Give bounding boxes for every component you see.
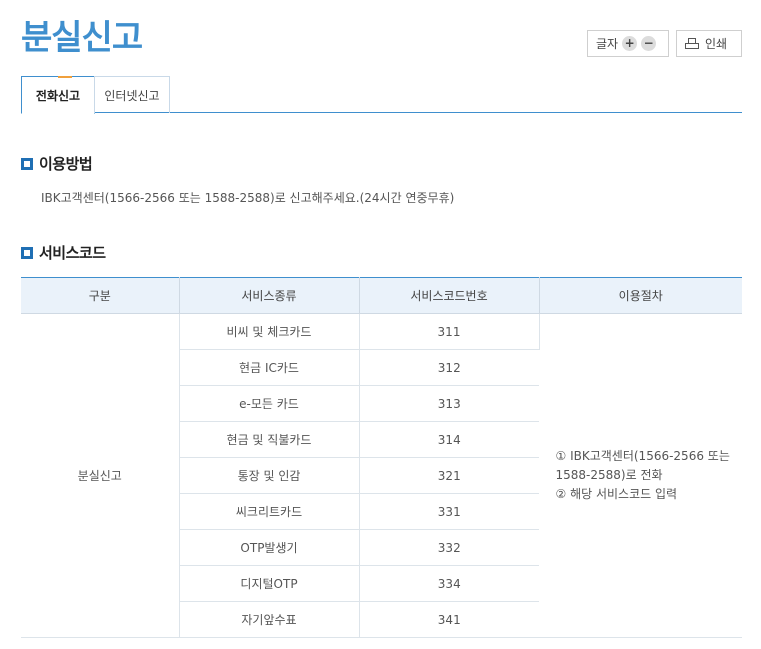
service-code-cell: 311 bbox=[359, 313, 540, 350]
service-type-cell: 현금 IC카드 bbox=[179, 349, 360, 386]
table-row: 분실신고 비씨 및 체크카드 311 ① IBK고객센터(1566-2566 또… bbox=[21, 313, 742, 638]
service-code-cell: 314 bbox=[359, 421, 539, 458]
service-type-cell: e-모든 카드 bbox=[179, 385, 360, 422]
bullet-square-icon bbox=[21, 246, 33, 259]
usage-heading-text: 이용방법 bbox=[39, 155, 93, 173]
font-increase-button[interactable]: + bbox=[622, 36, 638, 51]
service-type-cell: OTP발생기 bbox=[179, 529, 360, 566]
column-header: 이용절차 bbox=[539, 277, 742, 314]
tab-phone-report[interactable]: 전화신고 bbox=[21, 76, 95, 114]
service-code-cell: 341 bbox=[359, 601, 539, 638]
column-header: 서비스코드번호 bbox=[359, 277, 540, 314]
service-code-heading-text: 서비스코드 bbox=[39, 244, 106, 262]
service-type-cell: 비씨 및 체크카드 bbox=[179, 313, 360, 350]
service-code-table: 구분 서비스종류 서비스코드번호 이용절차 분실신고 비씨 및 체크카드 311… bbox=[21, 277, 742, 638]
service-code-cell: 321 bbox=[359, 457, 539, 494]
page-tools: 글자 + − 인쇄 bbox=[587, 30, 742, 57]
tab-bar: 전화신고 인터넷신고 bbox=[21, 76, 742, 114]
table-header-row: 구분 서비스종류 서비스코드번호 이용절차 bbox=[21, 277, 742, 314]
service-code-cell: 332 bbox=[359, 529, 539, 566]
printer-icon bbox=[685, 37, 699, 50]
service-code-cell: 331 bbox=[359, 493, 539, 530]
usage-description: IBK고객센터(1566-2566 또는 1588-2588)로 신고해주세요.… bbox=[41, 191, 455, 205]
service-type-cell: 통장 및 인감 bbox=[179, 457, 360, 494]
font-size-label: 글자 bbox=[596, 37, 619, 51]
font-decrease-button[interactable]: − bbox=[641, 36, 657, 51]
usage-heading: 이용방법 bbox=[21, 153, 93, 174]
print-label: 인쇄 bbox=[705, 37, 728, 51]
service-type-cell: 자기앞수표 bbox=[179, 601, 360, 638]
column-header: 구분 bbox=[21, 277, 180, 314]
procedure-step-2: ② 해당 서비스코드 입력 bbox=[555, 487, 678, 501]
service-code-cell: 313 bbox=[359, 385, 539, 422]
category-cell: 분실신고 bbox=[21, 313, 180, 638]
service-type-cell: 현금 및 직불카드 bbox=[179, 421, 360, 458]
service-type-cell: 디지털OTP bbox=[179, 565, 360, 602]
service-code-cell: 334 bbox=[359, 565, 539, 602]
service-type-cell: 씨크리트카드 bbox=[179, 493, 360, 530]
procedure-cell: ① IBK고객센터(1566-2566 또는 1588-2588)로 전화 ② … bbox=[539, 313, 742, 638]
service-code-heading: 서비스코드 bbox=[21, 242, 106, 263]
tab-internet-report[interactable]: 인터넷신고 bbox=[94, 76, 170, 113]
column-header: 서비스종류 bbox=[179, 277, 360, 314]
service-code-cell: 312 bbox=[359, 349, 539, 386]
bullet-square-icon bbox=[21, 157, 33, 170]
page-title: 분실신고 bbox=[21, 18, 143, 58]
font-size-control: 글자 + − bbox=[587, 30, 669, 57]
print-button[interactable]: 인쇄 bbox=[676, 30, 742, 57]
procedure-step-1: ① IBK고객센터(1566-2566 또는 bbox=[555, 449, 730, 463]
procedure-step-1-cont: 1588-2588)로 전화 bbox=[555, 468, 663, 482]
